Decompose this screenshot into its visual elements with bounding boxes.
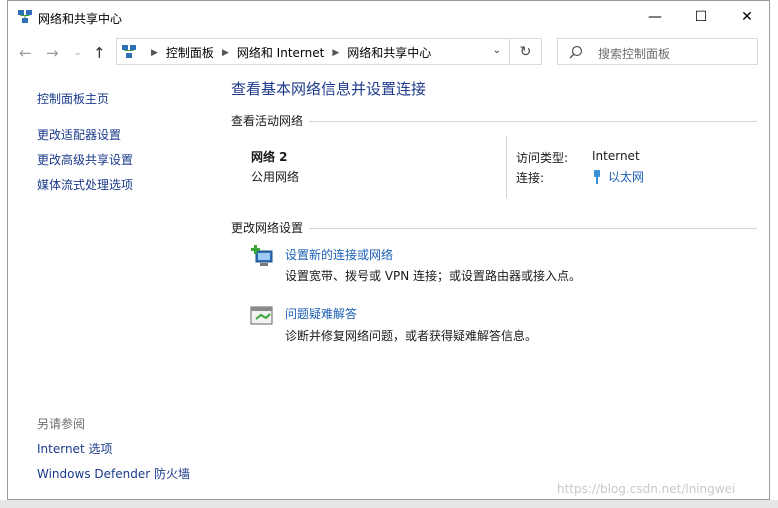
section-divider <box>308 228 757 229</box>
new-connection-icon[interactable] <box>250 245 274 269</box>
ethernet-icon <box>594 169 600 184</box>
up-arrow-icon[interactable]: ↑ <box>93 44 106 62</box>
troubleshoot-link[interactable]: 问题疑难解答 <box>285 305 357 322</box>
forward-arrow-icon[interactable]: → <box>46 44 59 62</box>
troubleshoot-icon[interactable] <box>250 304 274 328</box>
active-networks-heading: 查看活动网络 <box>231 112 310 129</box>
network-category: 公用网络 <box>251 170 300 184</box>
back-arrow-icon[interactable]: ← <box>19 44 32 62</box>
breadcrumb: ▶ 控制面板 ▶ 网络和 Internet ▶ 网络和共享中心 <box>143 44 431 61</box>
network-icon <box>18 10 32 23</box>
maximize-button[interactable]: ☐ <box>678 1 724 32</box>
sidebar-home-link[interactable]: 控制面板主页 <box>37 90 109 107</box>
setup-new-connection-desc: 设置宽带、拨号或 VPN 连接；或设置路由器或接入点。 <box>285 269 582 283</box>
ethernet-connection-link[interactable]: 以太网 <box>592 168 644 185</box>
search-input[interactable]: 搜索控制面板 <box>557 38 758 65</box>
access-type-value: Internet <box>592 149 640 163</box>
desktop-background <box>0 500 778 508</box>
refresh-icon: ↻ <box>519 43 532 60</box>
breadcrumb-network-sharing-center[interactable]: 网络和共享中心 <box>347 44 431 61</box>
troubleshoot-desc: 诊断并修复网络问题，或者获得疑难解答信息。 <box>285 329 538 343</box>
minimize-button[interactable]: — <box>632 1 678 32</box>
sidebar-item-defender-firewall[interactable]: Windows Defender 防火墙 <box>37 465 190 482</box>
vertical-divider <box>506 136 507 198</box>
access-type-label: 访问类型: <box>516 151 569 165</box>
title-bar[interactable]: 网络和共享中心 — ☐ ✕ <box>8 1 769 32</box>
recent-locations-chevron-icon[interactable]: ⌄ <box>74 48 82 58</box>
breadcrumb-separator-icon[interactable]: ▶ <box>151 48 158 58</box>
connection-label: 连接: <box>516 171 545 185</box>
search-icon <box>569 45 583 59</box>
breadcrumb-control-panel[interactable]: 控制面板 <box>166 44 214 61</box>
sidebar-item-adapter-settings[interactable]: 更改适配器设置 <box>37 126 121 143</box>
sidebar-item-advanced-sharing[interactable]: 更改高级共享设置 <box>37 151 133 168</box>
breadcrumb-separator-icon[interactable]: ▶ <box>332 48 339 58</box>
close-button[interactable]: ✕ <box>724 1 769 32</box>
search-placeholder: 搜索控制面板 <box>598 47 671 61</box>
ethernet-link-label[interactable]: 以太网 <box>608 168 644 185</box>
window-title: 网络和共享中心 <box>38 12 123 26</box>
navigation-bar: ← → ⌄ ↑ ▶ 控制面板 ▶ 网络和 Internet ▶ 网络和共享中心 … <box>8 36 769 68</box>
network-sharing-center-window: 网络和共享中心 — ☐ ✕ ← → ⌄ ↑ ▶ 控制面板 ▶ 网络和 Inter… <box>7 0 770 500</box>
refresh-button[interactable]: ↻ <box>510 38 542 65</box>
address-dropdown-chevron-icon[interactable]: ⌄ <box>493 45 501 56</box>
sidebar-item-internet-options[interactable]: Internet 选项 <box>37 440 112 457</box>
watermark-text: https://blog.csdn.net/lningwei <box>557 482 736 496</box>
sidebar-item-media-streaming[interactable]: 媒体流式处理选项 <box>37 176 133 193</box>
see-also-heading: 另请参阅 <box>37 417 86 431</box>
page-title: 查看基本网络信息并设置连接 <box>231 80 427 98</box>
change-settings-heading: 更改网络设置 <box>231 219 310 236</box>
setup-new-connection-link[interactable]: 设置新的连接或网络 <box>285 246 393 263</box>
address-bar[interactable]: ▶ 控制面板 ▶ 网络和 Internet ▶ 网络和共享中心 ⌄ <box>116 38 510 65</box>
breadcrumb-separator-icon[interactable]: ▶ <box>222 48 229 58</box>
section-divider <box>308 121 757 122</box>
network-name: 网络 2 <box>251 150 288 164</box>
breadcrumb-network-internet[interactable]: 网络和 Internet <box>237 44 324 61</box>
control-panel-icon <box>122 45 136 58</box>
